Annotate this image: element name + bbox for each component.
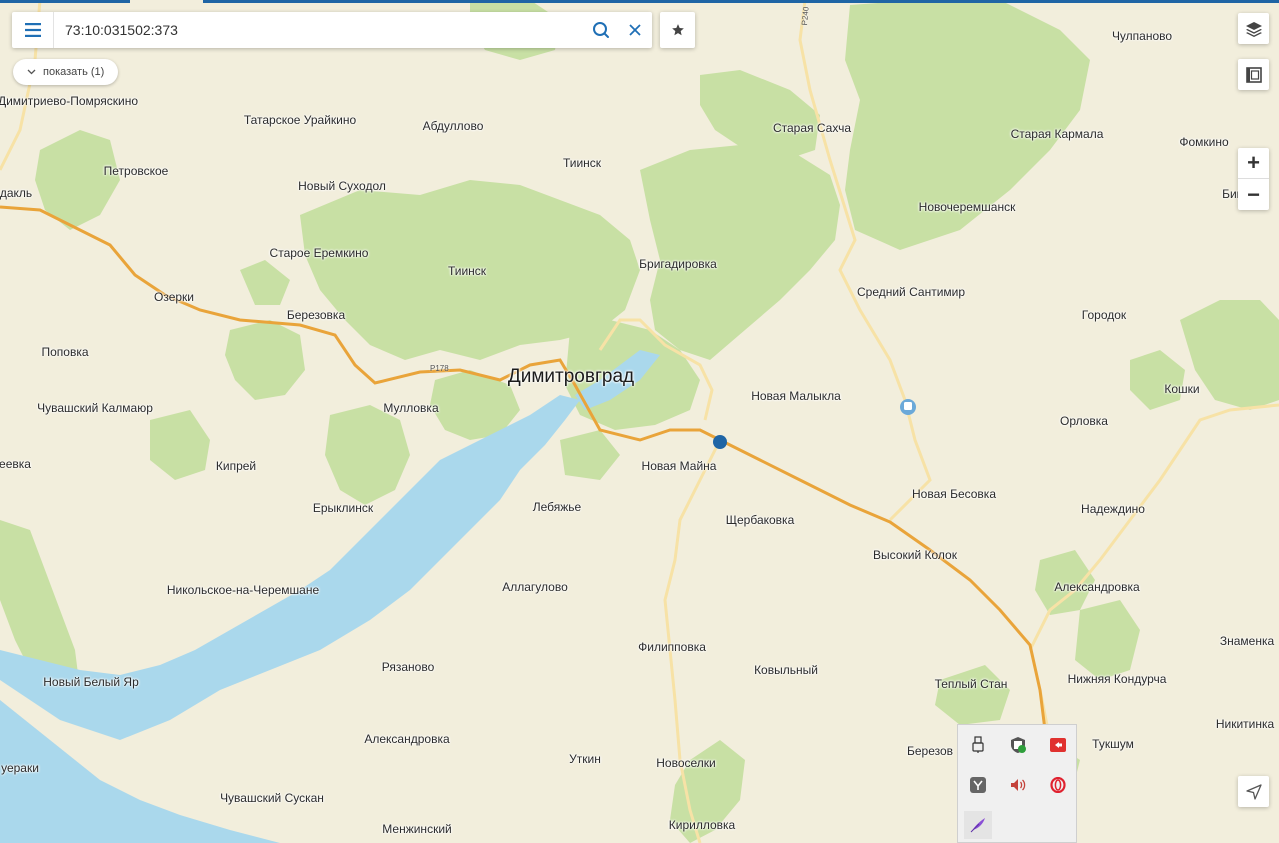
- search-icon: [593, 22, 609, 38]
- zoom-out-button[interactable]: −: [1238, 179, 1269, 210]
- road-label-p178: P178: [430, 364, 449, 373]
- place-label: Орловка: [1060, 414, 1108, 428]
- place-label: Озерки: [153, 290, 195, 304]
- security-tray-button[interactable]: [1004, 731, 1032, 759]
- layers-icon: [1245, 21, 1262, 37]
- place-label: Абдуллово: [422, 119, 484, 133]
- search-panel: [12, 12, 652, 48]
- place-label: Новая Бесовка: [911, 487, 997, 501]
- film-icon: [1245, 66, 1262, 83]
- place-label: Петровское: [103, 164, 169, 178]
- place-label: Березов: [906, 744, 954, 758]
- place-label: Фомкино: [1179, 135, 1229, 149]
- place-label: Новый Белый Яр: [43, 675, 139, 689]
- place-label: Татарское Урайкино: [243, 113, 357, 127]
- place-label: Щербаковка: [725, 513, 795, 527]
- place-label: Бригадировка: [639, 257, 717, 271]
- place-label: Александровка: [1054, 580, 1140, 594]
- screen-share-tray-button[interactable]: [1044, 731, 1072, 759]
- yandex-tray-button[interactable]: [964, 771, 992, 799]
- place-label: Новоселки: [656, 756, 716, 770]
- place-label: Менжинский: [382, 822, 452, 836]
- place-label: Тукшум: [1092, 737, 1134, 751]
- place-label: Новочеремшанск: [918, 200, 1016, 214]
- place-label: Никольское-на-Черемшане: [166, 583, 320, 597]
- place-label: Чувашский Калмаюр: [37, 401, 153, 415]
- menu-button[interactable]: [12, 12, 54, 48]
- place-label: Аллагулово: [502, 580, 568, 594]
- place-label: Александровка: [364, 732, 450, 746]
- place-label: Новая Майна: [641, 459, 717, 473]
- place-label: дакль: [0, 186, 33, 200]
- system-tray-popup: [957, 724, 1077, 843]
- place-label: еевка: [0, 457, 31, 471]
- place-label: Знаменка: [1219, 634, 1275, 648]
- place-label: Городок: [1081, 308, 1127, 322]
- road-label-p240: P240: [800, 6, 811, 26]
- locate-button[interactable]: [1238, 776, 1269, 807]
- place-label: Филипповка: [638, 640, 706, 654]
- yandex-icon: [970, 777, 986, 793]
- zoom-in-button[interactable]: +: [1238, 148, 1269, 179]
- place-label: Тиинск: [447, 264, 487, 278]
- feather-tray-button[interactable]: [964, 811, 992, 839]
- star-icon: [671, 24, 684, 36]
- place-label: Средний Сантимир: [856, 285, 966, 299]
- menu-icon: [24, 23, 41, 37]
- film-button[interactable]: [1238, 59, 1269, 90]
- place-label: Новый Суходол: [298, 179, 386, 193]
- place-label: Старое Еремкино: [269, 246, 369, 260]
- place-label: Надеждино: [1081, 502, 1145, 516]
- bus-stop-icon[interactable]: [900, 399, 916, 415]
- place-label: Рязаново: [381, 660, 435, 674]
- search-button[interactable]: [584, 12, 618, 48]
- place-label: Тиинск: [562, 156, 602, 170]
- shield-icon: [1011, 737, 1026, 753]
- place-label: Чувашский Сускан: [220, 791, 324, 805]
- volume-icon: [1011, 779, 1026, 791]
- volume-tray-button[interactable]: [1004, 771, 1032, 799]
- zoom-control: + −: [1238, 148, 1269, 210]
- show-results-button[interactable]: показать (1): [13, 59, 119, 85]
- show-results-label: показать (1): [43, 66, 105, 78]
- location-marker-icon[interactable]: [713, 435, 727, 449]
- place-label: Ковыльный: [754, 663, 818, 677]
- place-label: Лебяжье: [532, 500, 582, 514]
- usb-icon: [972, 736, 984, 753]
- usb-tray-button[interactable]: [964, 731, 992, 759]
- layers-button[interactable]: [1238, 13, 1269, 44]
- close-icon: [629, 24, 641, 36]
- chevron-down-icon: [27, 69, 36, 75]
- locate-arrow-icon: [1245, 783, 1262, 800]
- place-label: Высокий Колок: [873, 548, 957, 562]
- screen-share-icon: [1050, 738, 1066, 752]
- place-label: Теплый Стан: [934, 677, 1008, 691]
- place-label: Никитинка: [1215, 717, 1275, 731]
- place-label: Кошки: [1164, 382, 1200, 396]
- opera-tray-button[interactable]: [1044, 771, 1072, 799]
- city-label: Димитровград: [507, 366, 635, 387]
- place-label: Нижняя Кондурча: [1067, 672, 1167, 686]
- place-label: Уткин: [569, 752, 601, 766]
- place-label: Березовка: [286, 308, 346, 322]
- place-label: Новая Малыкла: [751, 389, 841, 403]
- place-label: Димитриево-Помряскино: [0, 94, 139, 108]
- favorites-button[interactable]: [660, 12, 695, 48]
- search-input[interactable]: [54, 15, 584, 45]
- opera-icon: [1050, 777, 1066, 793]
- place-label: Старая Кармала: [1010, 127, 1104, 141]
- place-label: Старая Сахча: [772, 121, 852, 135]
- place-label: Поповка: [41, 345, 89, 359]
- clear-search-button[interactable]: [618, 12, 652, 48]
- place-label: Кипрей: [215, 459, 257, 473]
- place-label: Чулпаново: [1111, 29, 1173, 43]
- feather-icon: [970, 818, 985, 833]
- place-label: Кирилловка: [668, 818, 736, 832]
- place-label: Ерыклинск: [312, 501, 374, 515]
- place-label: уераки: [1, 761, 39, 775]
- place-label: Мулловка: [383, 401, 439, 415]
